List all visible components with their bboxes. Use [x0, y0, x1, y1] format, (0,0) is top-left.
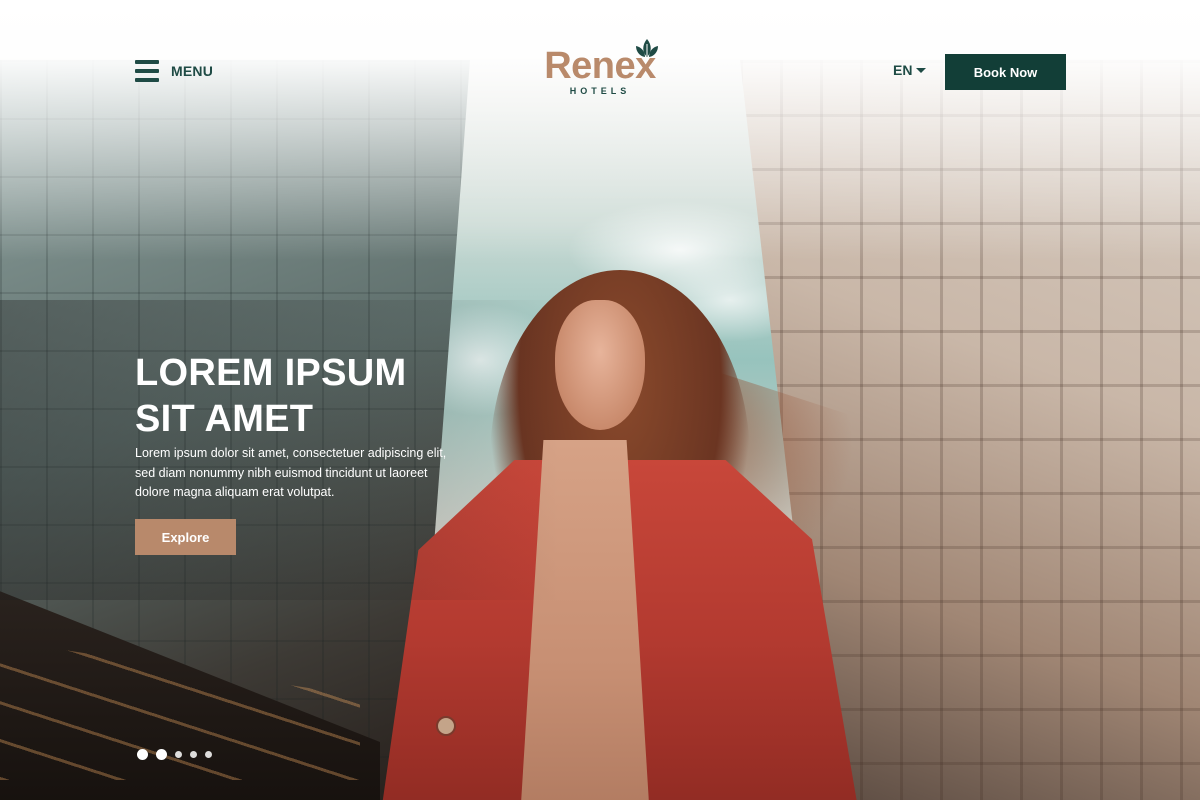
language-selector[interactable]: EN	[893, 62, 927, 78]
logo-wordmark: Renex	[544, 45, 656, 87]
book-now-button[interactable]: Book Now	[945, 54, 1066, 90]
menu-button[interactable]: MENU	[135, 60, 213, 82]
caret-down-icon	[916, 67, 927, 73]
carousel-dot-1[interactable]	[137, 749, 148, 760]
carousel-dot-5[interactable]	[205, 751, 212, 758]
carousel-pagination	[137, 749, 212, 760]
site-header: MENU Renex HOTELS EN Book Now	[0, 0, 1200, 140]
hero-description: Lorem ipsum dolor sit amet, consectetuer…	[135, 446, 447, 499]
menu-label: MENU	[171, 63, 214, 79]
hero-title: LOREM IPSUM SIT AMET	[135, 352, 407, 440]
logo-subtitle: HOTELS	[569, 86, 631, 96]
carousel-dot-4[interactable]	[190, 751, 197, 758]
hamburger-icon	[135, 60, 159, 82]
carousel-dot-2[interactable]	[156, 749, 167, 760]
language-label: EN	[893, 62, 913, 78]
site-logo[interactable]: Renex HOTELS	[538, 36, 662, 100]
explore-button[interactable]: Explore	[135, 519, 236, 555]
carousel-dot-3[interactable]	[175, 751, 182, 758]
